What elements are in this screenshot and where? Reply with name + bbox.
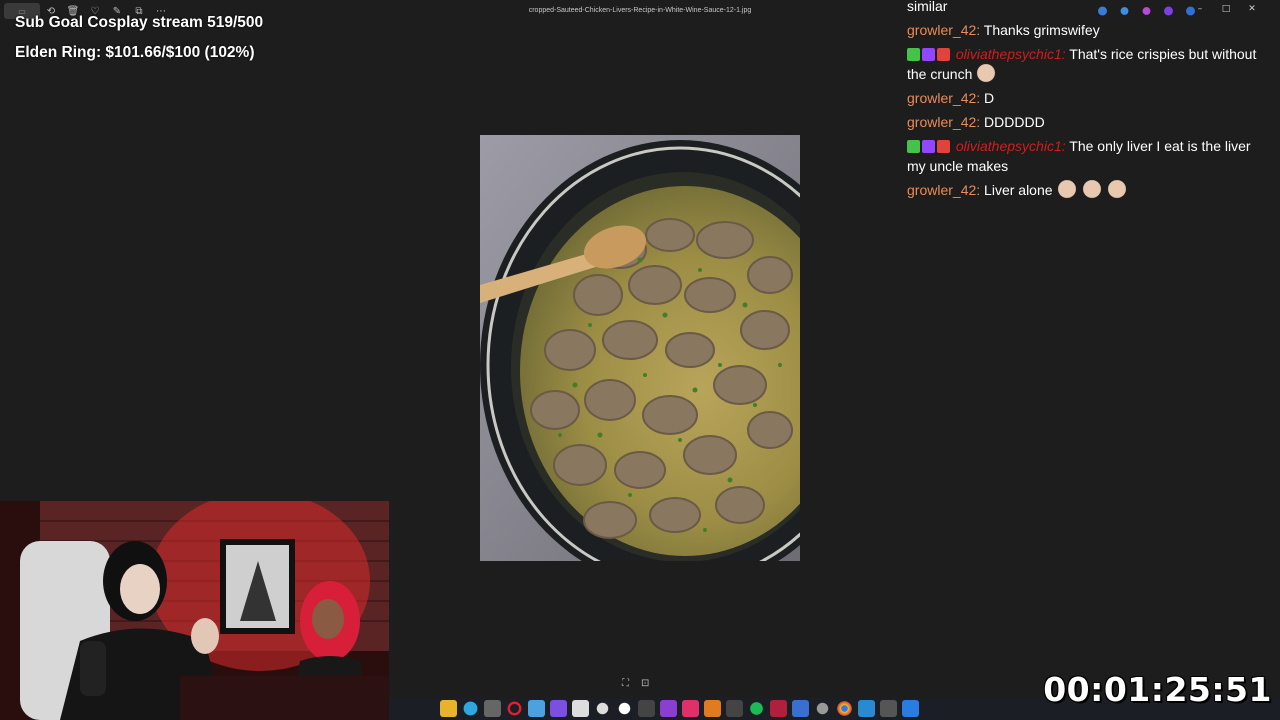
app-icon[interactable] (858, 700, 875, 717)
chat-message: growler_42: D (907, 88, 1272, 108)
spotify-icon[interactable] (748, 700, 765, 717)
stream-timer: 00:01:25:51 (1043, 670, 1272, 709)
file-explorer-icon[interactable] (440, 700, 457, 717)
app-icon[interactable] (704, 700, 721, 717)
document-icon[interactable] (572, 700, 589, 717)
obs-icon[interactable] (594, 700, 611, 717)
edge-icon[interactable] (462, 700, 479, 717)
chat-message: growler_42: Thanks grimswifey (907, 20, 1272, 40)
fit-to-window-icon[interactable]: ⛶ (622, 678, 629, 689)
photos-icon[interactable] (902, 700, 919, 717)
chat-message-text: Thanks grimswifey (983, 22, 1100, 38)
checkmark-badge-icon (907, 48, 920, 61)
chat-username[interactable]: oliviathepsychic1: (956, 46, 1066, 62)
chrome-icon[interactable] (836, 700, 853, 717)
chat-username[interactable]: growler_42: (907, 22, 980, 38)
chat-message: growler_42: Liver alone (907, 180, 1272, 200)
chat-message-text: D (984, 90, 995, 106)
face-emote-icon (1105, 180, 1128, 200)
donation-goal-text: Elden Ring: $101.66/$100 (102%) (15, 44, 255, 61)
app-icon[interactable] (792, 700, 809, 717)
app-icon[interactable] (528, 700, 545, 717)
app-icon[interactable] (880, 700, 897, 717)
chat-username[interactable]: growler_42: (907, 182, 980, 198)
viewer-bottom-controls: ⛶ ⊡ (622, 678, 649, 689)
food-photo-illustration (480, 135, 800, 561)
chat-username[interactable]: oliviathepsychic1: (956, 138, 1066, 154)
gift-badge-icon (937, 48, 950, 61)
actual-size-icon[interactable]: ⊡ (641, 678, 649, 689)
subscriber-badge-icon (922, 140, 935, 153)
app-icon[interactable] (770, 700, 787, 717)
gift-badge-icon (937, 140, 950, 153)
app-icon[interactable] (726, 700, 743, 717)
chat-username[interactable]: growler_42: (907, 114, 980, 130)
webcam-illustration (0, 501, 389, 720)
chat-panel: similar growler_42: Thanks grimswifey ol… (907, 0, 1272, 204)
settings-icon[interactable] (814, 700, 831, 717)
opera-icon[interactable] (506, 700, 523, 717)
chat-message-text: Liver alone (984, 182, 1053, 198)
chat-message: oliviathepsychic1: That's rice crispies … (907, 44, 1272, 84)
subscriber-badge-icon (922, 48, 935, 61)
webcam-feed (0, 501, 389, 720)
face-emote-icon (975, 64, 998, 84)
chat-username[interactable]: growler_42: (907, 90, 980, 106)
tiktok-icon[interactable] (682, 700, 699, 717)
face-emote-icon (1080, 180, 1103, 200)
chat-message: growler_42: DDDDDD (907, 112, 1272, 132)
chat-message: similar (907, 0, 1272, 16)
app-icon[interactable] (550, 700, 567, 717)
chat-message-text: DDDDDD (984, 114, 1045, 130)
app-icon[interactable] (638, 700, 655, 717)
chat-message: oliviathepsychic1: The only liver I eat … (907, 136, 1272, 176)
face-emote-icon (1055, 180, 1078, 200)
sub-goal-text: Sub Goal Cosplay stream 519/500 (15, 14, 264, 31)
image-filename: cropped-Sauteed-Chicken-Livers-Recipe-in… (528, 7, 752, 14)
store-icon[interactable] (484, 700, 501, 717)
app-icon[interactable] (616, 700, 633, 717)
taskbar-icons (440, 700, 919, 717)
checkmark-badge-icon (907, 140, 920, 153)
app-icon[interactable] (660, 700, 677, 717)
chat-overflow-text: similar (907, 0, 948, 14)
main-photo (480, 135, 800, 561)
